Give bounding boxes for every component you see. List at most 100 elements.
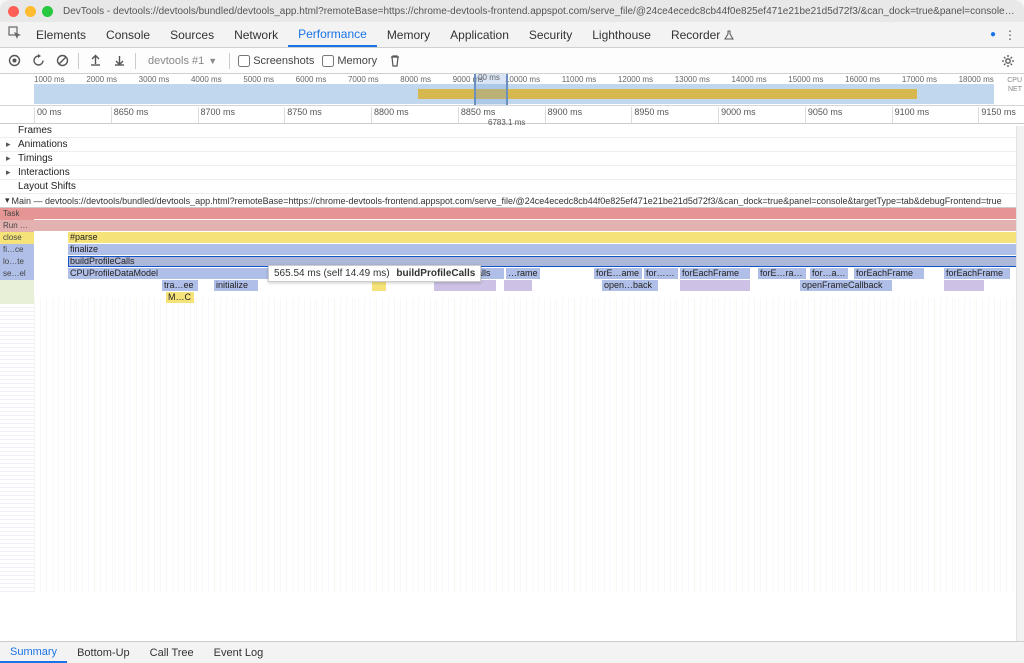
more-tabs-icon[interactable]: ⋮ xyxy=(1004,28,1016,42)
tab-security[interactable]: Security xyxy=(519,22,582,47)
memory-label: Memory xyxy=(337,55,377,67)
details-tab-summary[interactable]: Summary xyxy=(0,642,67,663)
flame-bar[interactable] xyxy=(944,280,984,291)
track-label: Frames xyxy=(18,125,52,136)
tab-lighthouse[interactable]: Lighthouse xyxy=(582,22,661,47)
clear-icon[interactable] xyxy=(54,53,70,69)
flame-bar-openframecallback[interactable]: openFrameCallback xyxy=(800,280,892,291)
detail-ruler[interactable]: 00 ms 8650 ms 8700 ms 8750 ms 8800 ms 88… xyxy=(0,106,1024,124)
traffic-lights xyxy=(8,6,53,17)
flame-bar[interactable] xyxy=(680,280,750,291)
gutter-close: close xyxy=(0,232,34,244)
flask-icon xyxy=(724,30,734,40)
overview-tick: 4000 ms xyxy=(191,75,222,84)
track-frames[interactable]: Frames xyxy=(0,124,1024,138)
flame-bar-foreachframe[interactable]: forE…rame xyxy=(758,268,806,279)
tab-elements[interactable]: Elements xyxy=(26,22,96,47)
overview-tick: 18000 ms xyxy=(959,75,994,84)
flame-bar-foreachframe[interactable]: for…ame xyxy=(810,268,848,279)
record-icon[interactable] xyxy=(6,53,22,69)
flame-bar-foreachframe[interactable]: for…me xyxy=(644,268,678,279)
flame-bar-initialize[interactable]: initialize xyxy=(214,280,258,291)
flame-bar-foreachframe[interactable]: forE…ame xyxy=(594,268,642,279)
flame-bar-trace[interactable]: tra…ee xyxy=(162,280,198,291)
gutter-seel: se…el xyxy=(0,268,34,280)
flame-bar-mc[interactable]: M…C xyxy=(166,292,194,303)
settings-gear-icon[interactable] xyxy=(1000,53,1016,69)
overview-tick: 3000 ms xyxy=(139,75,170,84)
timeline-overview[interactable]: 1000 ms 2000 ms 3000 ms 4000 ms 5000 ms … xyxy=(0,74,1024,106)
memory-checkbox[interactable]: Memory xyxy=(322,55,377,67)
save-profile-icon[interactable] xyxy=(111,53,127,69)
reload-record-icon[interactable] xyxy=(30,53,46,69)
flame-bar-foreachframe[interactable]: forEachFrame xyxy=(854,268,924,279)
overview-tick: 1000 ms xyxy=(34,75,65,84)
flame-bar-foreachframe[interactable]: forEachFrame xyxy=(944,268,1010,279)
tab-network[interactable]: Network xyxy=(224,22,288,47)
scrollbar-vertical[interactable] xyxy=(1016,126,1024,641)
close-window-icon[interactable] xyxy=(8,6,19,17)
overview-ticks: 1000 ms 2000 ms 3000 ms 4000 ms 5000 ms … xyxy=(34,74,994,84)
chevron-right-icon: ▸ xyxy=(6,167,11,178)
ruler-tick: 9100 ms xyxy=(892,107,930,123)
flame-bar-frame[interactable]: …rame xyxy=(506,268,540,279)
flame-bar-finalize[interactable]: finalize xyxy=(68,244,1024,255)
overview-tick: 8000 ms xyxy=(400,75,431,84)
overview-selection[interactable]: 00 ms xyxy=(474,74,508,105)
track-label: Layout Shifts xyxy=(18,181,76,192)
ruler-tick: 8950 ms xyxy=(631,107,669,123)
track-main[interactable]: ▾ Main — devtools://devtools/bundled/dev… xyxy=(0,194,1024,208)
warning-indicator-icon[interactable]: ● xyxy=(990,29,996,40)
flame-bar-foreachframe[interactable]: forEachFrame xyxy=(680,268,750,279)
tab-memory[interactable]: Memory xyxy=(377,22,440,47)
flame-bar-buildprofilecalls-selected[interactable]: buildProfileCalls xyxy=(68,256,1024,267)
gutter-lote: lo…te xyxy=(0,256,34,268)
flame-bar-microtasks[interactable] xyxy=(34,220,1024,231)
track-interactions[interactable]: ▸ Interactions xyxy=(0,166,1024,180)
flame-bar[interactable] xyxy=(504,280,532,291)
overview-tick: 15000 ms xyxy=(788,75,823,84)
tab-recorder[interactable]: Recorder xyxy=(661,22,744,47)
gutter-micro: Run Microtasks xyxy=(0,220,34,232)
track-timings[interactable]: ▸Timings xyxy=(0,152,1024,166)
overview-tick: 16000 ms xyxy=(845,75,880,84)
ruler-tick: 9150 ms xyxy=(978,107,1016,123)
flame-chart[interactable]: #parse finalize buildProfileCalls CPUPro… xyxy=(34,208,1024,592)
profile-select[interactable]: devtools #1 ▼ xyxy=(144,55,221,67)
track-list: Frames ▸Animations ▸Timings ▸ Interaction… xyxy=(0,124,1024,208)
details-tab-bottomup[interactable]: Bottom-Up xyxy=(67,642,140,663)
ruler-tick: 8800 ms xyxy=(371,107,409,123)
minimize-window-icon[interactable] xyxy=(25,6,36,17)
tab-console[interactable]: Console xyxy=(96,22,160,47)
overview-cpu-band xyxy=(34,84,994,104)
flame-bar-openframecallback[interactable]: open…back xyxy=(602,280,658,291)
tab-sources[interactable]: Sources xyxy=(160,22,224,47)
inspect-element-icon[interactable] xyxy=(4,26,26,43)
chevron-right-icon: ▸ xyxy=(6,139,11,150)
flame-bar-cpuprofiledatamodel[interactable]: CPUProfileDataModel xyxy=(68,268,268,279)
screenshots-checkbox[interactable]: Screenshots xyxy=(238,55,314,67)
details-tab-calltree[interactable]: Call Tree xyxy=(140,642,204,663)
track-label: Interactions xyxy=(18,167,70,178)
tab-application[interactable]: Application xyxy=(440,22,519,47)
tab-performance[interactable]: Performance xyxy=(288,22,377,47)
overview-net-label: NET xyxy=(1007,85,1022,94)
flame-bar-parse[interactable]: #parse xyxy=(68,232,1024,243)
garbage-collect-icon[interactable] xyxy=(387,53,403,69)
details-tab-eventlog[interactable]: Event Log xyxy=(204,642,274,663)
window-title: DevTools - devtools://devtools/bundled/d… xyxy=(63,6,1016,17)
ruler-tick: 9000 ms xyxy=(718,107,756,123)
track-animations[interactable]: ▸Animations xyxy=(0,138,1024,152)
overview-tick: 14000 ms xyxy=(731,75,766,84)
gutter-task: Task xyxy=(0,208,34,220)
overview-cpu-label: CPU xyxy=(1007,76,1022,85)
overview-tick: 6000 ms xyxy=(296,75,327,84)
load-profile-icon[interactable] xyxy=(87,53,103,69)
main-thread-label: Main — devtools://devtools/bundled/devto… xyxy=(12,196,1024,206)
overview-tick: 12000 ms xyxy=(618,75,653,84)
ruler-tick: 8700 ms xyxy=(198,107,236,123)
zoom-window-icon[interactable] xyxy=(42,6,53,17)
track-layout-shifts[interactable]: Layout Shifts xyxy=(0,180,1024,194)
flame-bar-task[interactable] xyxy=(34,208,1024,219)
screenshots-label: Screenshots xyxy=(253,55,314,67)
